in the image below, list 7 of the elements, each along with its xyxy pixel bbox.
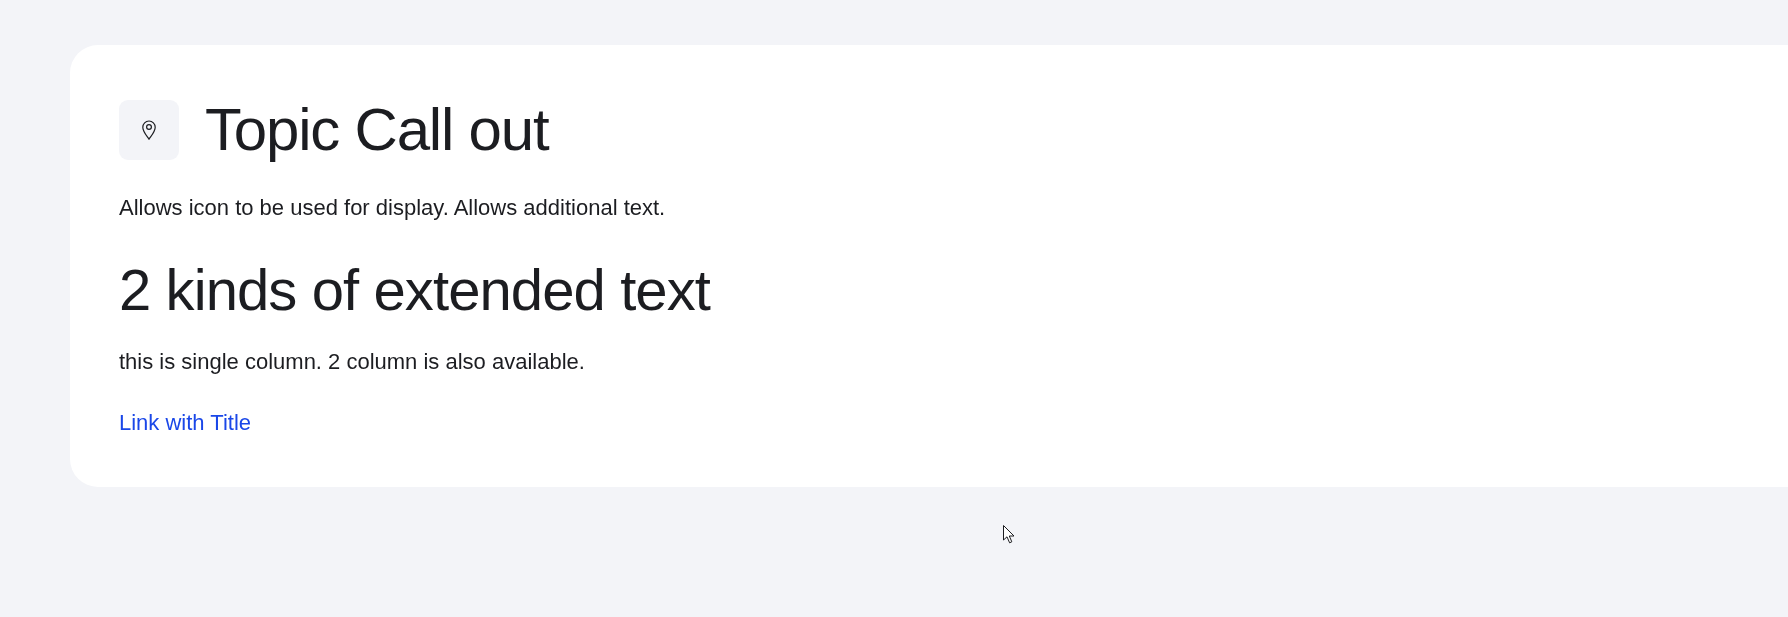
- body-text: this is single column. 2 column is also available.: [119, 348, 585, 376]
- title-link[interactable]: Link with Title: [119, 410, 252, 435]
- callout-title: Topic Call out: [205, 100, 549, 160]
- callout-description: Allows icon to be used for display. Allows additional text.: [119, 194, 666, 222]
- section-heading: 2 kinds of extended text: [119, 261, 711, 319]
- location-pin-icon: [119, 100, 179, 160]
- mouse-cursor-icon: [1003, 525, 1015, 544]
